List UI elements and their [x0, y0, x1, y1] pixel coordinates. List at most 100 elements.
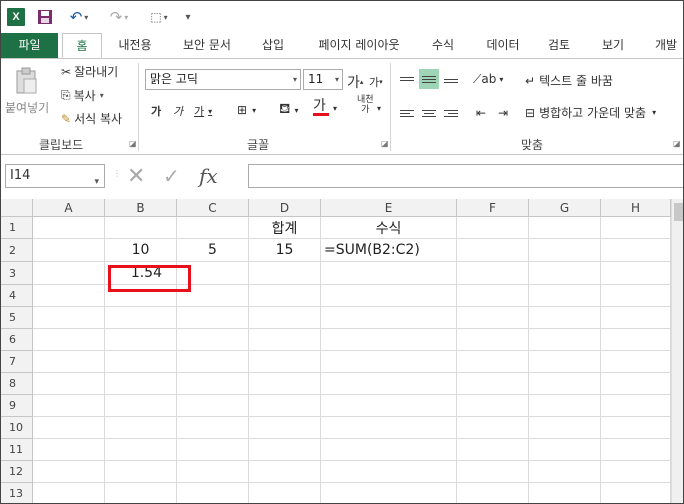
font-size-select[interactable]: 11 ▾ [303, 69, 343, 90]
customize-qat-icon[interactable]: ▾ [181, 8, 195, 26]
row-header-3[interactable]: 3 [1, 262, 33, 285]
formula-input[interactable] [248, 164, 683, 188]
vertical-scrollbar[interactable] [671, 199, 683, 503]
cell-e12[interactable] [321, 461, 457, 483]
decrease-indent-icon[interactable]: ⇤ [471, 103, 491, 123]
cell-e4[interactable] [321, 285, 457, 307]
cell-g5[interactable] [529, 307, 601, 329]
cell-e7[interactable] [321, 351, 457, 373]
cell-f12[interactable] [457, 461, 529, 483]
cell-f1[interactable] [457, 217, 529, 239]
cell-e10[interactable] [321, 417, 457, 439]
cell-b5[interactable] [105, 307, 177, 329]
cell-d11[interactable] [249, 439, 321, 461]
clipboard-launcher-icon[interactable]: ◪ [129, 139, 137, 148]
cell-c2[interactable]: 5 [177, 239, 249, 262]
paste-button[interactable]: 붙여넣기 [5, 99, 49, 116]
tab-security-doc[interactable]: 보안 문서 [173, 33, 241, 58]
cell-c1[interactable] [177, 217, 249, 239]
shrink-font-button[interactable]: 가 ▾ [369, 74, 383, 90]
row-header-2[interactable]: 2 [1, 239, 33, 262]
align-middle-icon[interactable] [419, 69, 439, 89]
cell-d1[interactable]: 합계 [249, 217, 321, 239]
tab-review[interactable]: 검토 [537, 33, 581, 58]
cell-a7[interactable] [33, 351, 105, 373]
format-painter-button[interactable]: ✎ 서식 복사 [61, 110, 122, 127]
cell-a5[interactable] [33, 307, 105, 329]
cell-h12[interactable] [601, 461, 671, 483]
column-header-h[interactable]: H [601, 199, 671, 217]
tab-insert[interactable]: 삽입 [251, 33, 295, 58]
cell-d10[interactable] [249, 417, 321, 439]
font-name-select[interactable]: 맑은 고딕 ▾ [145, 69, 301, 90]
column-header-d[interactable]: D [249, 199, 321, 217]
cell-f4[interactable] [457, 285, 529, 307]
paste-icon[interactable] [15, 67, 37, 95]
row-header-13[interactable]: 13 [1, 483, 33, 503]
cell-h4[interactable] [601, 285, 671, 307]
cell-a10[interactable] [33, 417, 105, 439]
cell-c11[interactable] [177, 439, 249, 461]
phonetic-button[interactable]: 내천 가 [357, 95, 374, 115]
cell-a9[interactable] [33, 395, 105, 417]
row-header-7[interactable]: 7 [1, 351, 33, 373]
cell-c8[interactable] [177, 373, 249, 395]
tab-formulas[interactable]: 수식 [421, 33, 465, 58]
undo-icon[interactable]: ↶ ▾ [65, 8, 93, 26]
font-launcher-icon[interactable]: ◪ [381, 139, 389, 148]
cell-f8[interactable] [457, 373, 529, 395]
cell-b6[interactable] [105, 329, 177, 351]
name-box[interactable]: I14 ▾ [5, 164, 105, 188]
cell-h6[interactable] [601, 329, 671, 351]
cell-g6[interactable] [529, 329, 601, 351]
column-header-f[interactable]: F [457, 199, 529, 217]
cell-c12[interactable] [177, 461, 249, 483]
cell-g7[interactable] [529, 351, 601, 373]
cell-c5[interactable] [177, 307, 249, 329]
column-header-e[interactable]: E [321, 199, 457, 217]
cell-b1[interactable] [105, 217, 177, 239]
cell-h2[interactable] [601, 239, 671, 262]
align-bottom-icon[interactable] [441, 71, 461, 91]
row-header-4[interactable]: 4 [1, 285, 33, 307]
copy-button[interactable]: ⎘ 복사 ▾ [61, 87, 104, 104]
cell-c10[interactable] [177, 417, 249, 439]
cell-g12[interactable] [529, 461, 601, 483]
confirm-icon[interactable]: ✓ [163, 164, 180, 188]
cell-a2[interactable] [33, 239, 105, 262]
cell-d9[interactable] [249, 395, 321, 417]
column-header-b[interactable]: B [105, 199, 177, 217]
bold-button[interactable]: 가 [151, 103, 161, 119]
cell-d13[interactable] [249, 483, 321, 503]
row-header-6[interactable]: 6 [1, 329, 33, 351]
cancel-icon[interactable]: ✕ [127, 164, 145, 189]
cell-b7[interactable] [105, 351, 177, 373]
cell-f3[interactable] [457, 262, 529, 285]
alignment-launcher-icon[interactable]: ◪ [673, 139, 681, 148]
cell-c13[interactable] [177, 483, 249, 503]
cell-g9[interactable] [529, 395, 601, 417]
cell-c9[interactable] [177, 395, 249, 417]
orientation-button[interactable]: ⟋ab ▾ [473, 72, 503, 87]
row-header-11[interactable]: 11 [1, 439, 33, 461]
cell-b8[interactable] [105, 373, 177, 395]
cell-a6[interactable] [33, 329, 105, 351]
row-header-1[interactable]: 1 [1, 217, 33, 239]
cell-g8[interactable] [529, 373, 601, 395]
chevron-down-icon[interactable]: ▾ [333, 104, 337, 113]
row-header-5[interactable]: 5 [1, 307, 33, 329]
cell-f2[interactable] [457, 239, 529, 262]
italic-button[interactable]: 가 [173, 103, 183, 119]
cell-g1[interactable] [529, 217, 601, 239]
column-header-c[interactable]: C [177, 199, 249, 217]
cell-g2[interactable] [529, 239, 601, 262]
cell-h13[interactable] [601, 483, 671, 503]
row-header-12[interactable]: 12 [1, 461, 33, 483]
cell-h5[interactable] [601, 307, 671, 329]
cell-h10[interactable] [601, 417, 671, 439]
cell-c7[interactable] [177, 351, 249, 373]
cell-e11[interactable] [321, 439, 457, 461]
chevron-down-icon[interactable]: ▾ [377, 104, 381, 113]
row-header-9[interactable]: 9 [1, 395, 33, 417]
merge-center-button[interactable]: ⊟ 병합하고 가운데 맞춤 ▾ [525, 104, 656, 121]
